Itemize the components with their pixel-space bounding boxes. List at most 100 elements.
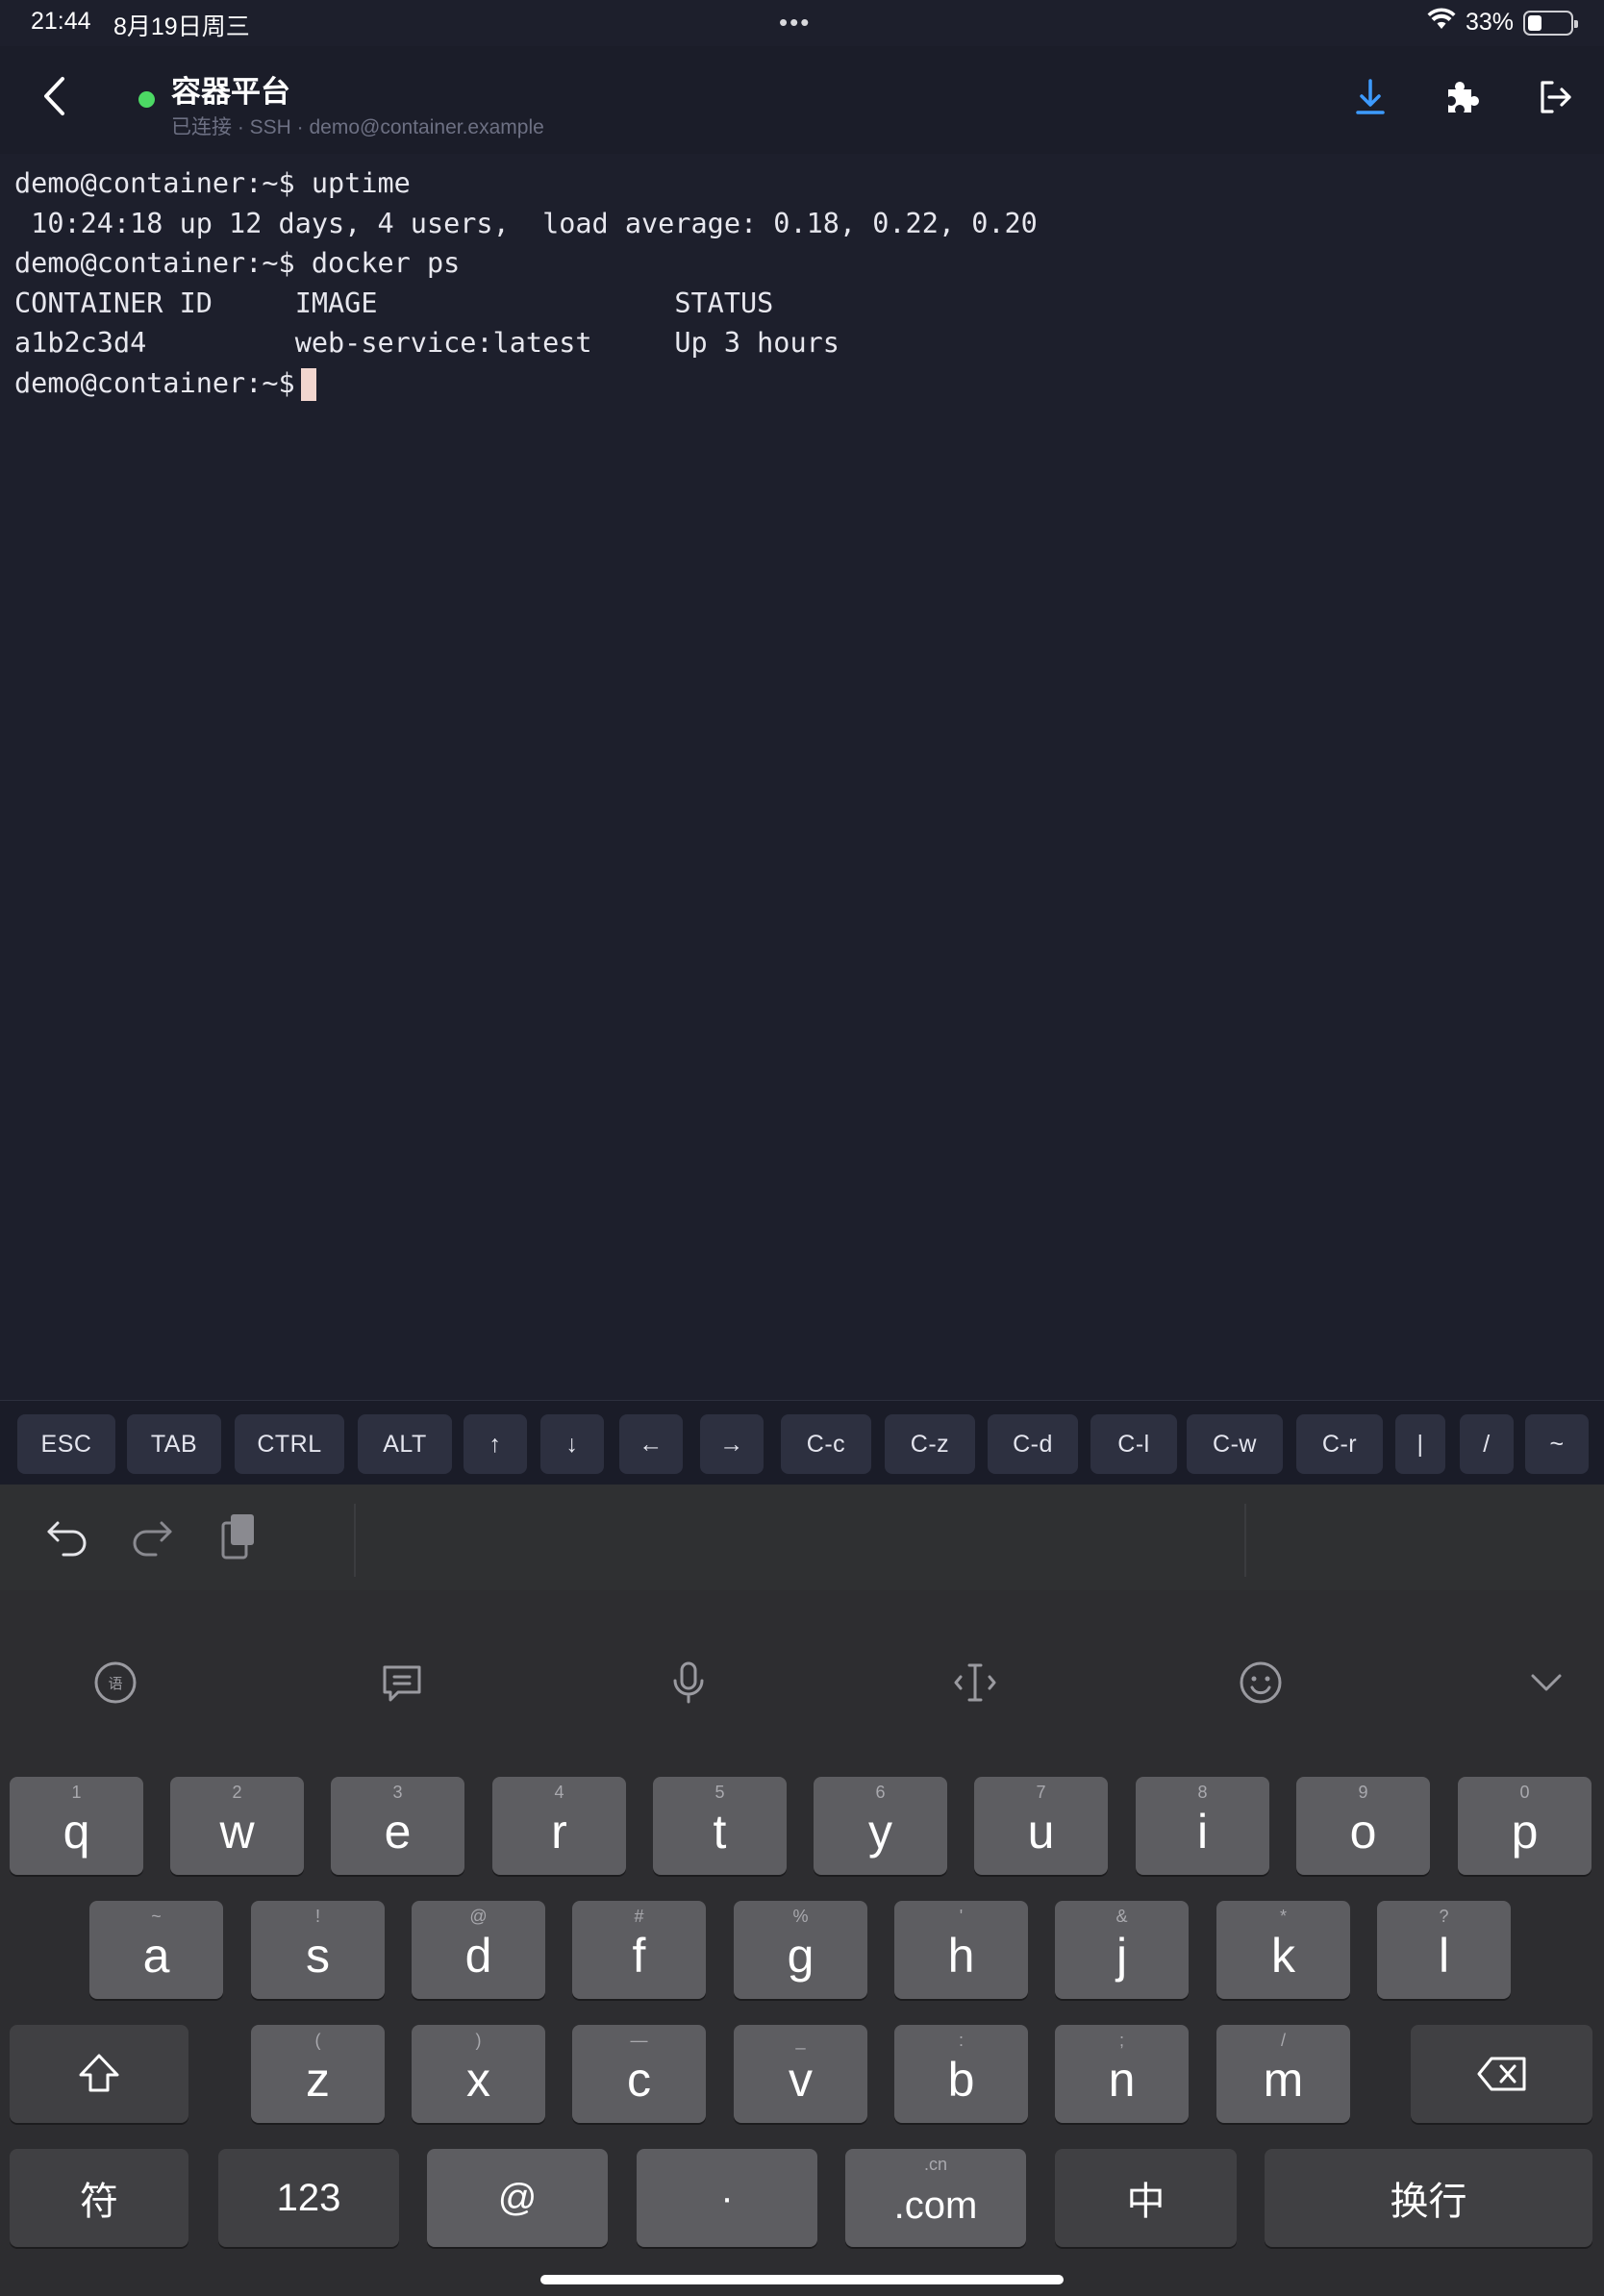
key-t[interactable]: 5t xyxy=(653,1777,787,1875)
shortcut-ctrl-c[interactable]: C-c xyxy=(781,1414,871,1474)
shortcut-esc[interactable]: ESC xyxy=(17,1414,115,1474)
dot-key[interactable]: · xyxy=(637,2149,817,2247)
key-i[interactable]: 8i xyxy=(1136,1777,1269,1875)
keyboard-candidate-bar xyxy=(0,1590,1604,1679)
shortcut-ctrl-l[interactable]: C-l xyxy=(1090,1414,1177,1474)
key-label: c xyxy=(627,2053,651,2107)
key-o[interactable]: 9o xyxy=(1296,1777,1430,1875)
key-e[interactable]: 3e xyxy=(331,1777,464,1875)
status-bar: 21:44 8月19日周三 ••• 33% xyxy=(0,0,1604,46)
shortcut-ctrl[interactable]: CTRL xyxy=(235,1414,344,1474)
at-key[interactable]: @ xyxy=(427,2149,608,2247)
dotcom-key[interactable]: .cn .com xyxy=(845,2149,1026,2247)
phrases-button[interactable] xyxy=(373,1656,431,1713)
key-label: s xyxy=(306,1929,330,1983)
key-q[interactable]: 1q xyxy=(10,1777,143,1875)
battery-percent: 33% xyxy=(1465,9,1514,36)
shortcut-ctrl-r[interactable]: C-r xyxy=(1296,1414,1383,1474)
download-button[interactable] xyxy=(1346,75,1394,123)
key-d[interactable]: @ d xyxy=(412,1901,545,1999)
key-w[interactable]: 2w xyxy=(170,1777,304,1875)
backspace-key[interactable] xyxy=(1411,2025,1592,2123)
undo-icon xyxy=(44,1515,90,1562)
key-f[interactable]: # f xyxy=(572,1901,706,1999)
key-y[interactable]: 6y xyxy=(814,1777,947,1875)
key-label: 换行 xyxy=(1390,2181,1467,2223)
status-right: 33% xyxy=(1427,8,1578,37)
terminal-line: demo@container:~$ uptime xyxy=(14,167,411,199)
disconnect-button[interactable] xyxy=(1531,75,1579,123)
key-label: e xyxy=(384,1805,412,1859)
voice-input-button[interactable]: 语 xyxy=(87,1656,144,1713)
microphone-icon xyxy=(665,1660,712,1710)
shortcut-ctrl-w[interactable]: C-w xyxy=(1187,1414,1283,1474)
shift-key[interactable] xyxy=(10,2025,188,2123)
emoji-button[interactable] xyxy=(1232,1656,1290,1713)
multitasking-dots[interactable]: ••• xyxy=(779,8,811,37)
cursor-move-button[interactable] xyxy=(946,1656,1004,1713)
key-label: 中 xyxy=(1126,2181,1165,2223)
key-m[interactable]: / m xyxy=(1216,2025,1350,2123)
paste-button[interactable] xyxy=(212,1511,265,1565)
key-s[interactable]: ! s xyxy=(251,1901,385,1999)
dictation-button[interactable] xyxy=(660,1656,717,1713)
voice-to-text-icon: 语 xyxy=(92,1660,138,1710)
key-c[interactable]: — c xyxy=(572,2025,706,2123)
key-label: r xyxy=(551,1805,567,1859)
key-u[interactable]: 7u xyxy=(974,1777,1108,1875)
terminal-output[interactable]: demo@container:~$ uptime 10:24:18 up 12 … xyxy=(0,154,1604,1400)
shortcut-arrow-right[interactable]: → xyxy=(700,1414,764,1474)
key-r[interactable]: 4r xyxy=(492,1777,626,1875)
plugins-button[interactable] xyxy=(1438,75,1486,123)
key-label: u xyxy=(1027,1805,1055,1859)
shortcut-pipe[interactable]: | xyxy=(1395,1414,1445,1474)
software-keyboard: 语 1 q 2 w 3 e 4 r 5 t 6 y 7 u 8 i 9 o 0 p ~ a ! s @ d # f % g ' h & j * k ? l… xyxy=(0,1485,1604,2296)
shortcut-slash[interactable]: / xyxy=(1460,1414,1514,1474)
symbol-key[interactable]: 符 xyxy=(10,2149,188,2247)
shortcut-arrow-down[interactable]: ↓ xyxy=(540,1414,604,1474)
key-b[interactable]: :b xyxy=(894,2025,1028,2123)
terminal-prompt-line: demo@container:~$ xyxy=(14,363,1590,404)
shortcut-tab[interactable]: TAB xyxy=(127,1414,221,1474)
redo-button[interactable] xyxy=(125,1511,179,1565)
key-p[interactable]: 0p xyxy=(1458,1777,1591,1875)
key-label: n xyxy=(1108,2053,1136,2107)
key-label: v xyxy=(789,2053,813,2107)
enter-key[interactable]: 换行 xyxy=(1265,2149,1592,2247)
key-label: z xyxy=(306,2053,330,2107)
shortcut-arrow-left[interactable]: ← xyxy=(619,1414,683,1474)
key-label: b xyxy=(947,2053,975,2107)
shortcut-ctrl-d[interactable]: C-d xyxy=(988,1414,1078,1474)
key-n[interactable]: ; n xyxy=(1055,2025,1189,2123)
key-label: f xyxy=(632,1929,646,1983)
key-g[interactable]: % g xyxy=(734,1901,867,1999)
key-k[interactable]: * k xyxy=(1216,1901,1350,1999)
key-label: k xyxy=(1271,1929,1295,1983)
toolbar-divider xyxy=(1244,1504,1246,1577)
shortcut-ctrl-z[interactable]: C-z xyxy=(885,1414,975,1474)
back-button[interactable] xyxy=(29,71,79,125)
key-a[interactable]: ~ a xyxy=(89,1901,223,1999)
key-label: j xyxy=(1115,1929,1128,1983)
shortcut-tilde[interactable]: ~ xyxy=(1525,1414,1589,1474)
key-v[interactable]: _ v xyxy=(734,2025,867,2123)
key-l[interactable]: ? l xyxy=(1377,1901,1511,1999)
terminal-line: CONTAINER ID IMAGE STATUS xyxy=(14,287,774,319)
terminal-prompt: demo@container:~$ xyxy=(14,366,295,399)
numbers-key[interactable]: 123 xyxy=(218,2149,399,2247)
status-date: 8月19日周三 xyxy=(113,13,250,40)
shortcut-alt[interactable]: ALT xyxy=(358,1414,452,1474)
connection-status-dot xyxy=(138,91,155,108)
language-switch-key[interactable]: 中 xyxy=(1055,2149,1237,2247)
key-h[interactable]: ' h xyxy=(894,1901,1028,1999)
exit-icon xyxy=(1536,78,1574,121)
delete-icon xyxy=(1411,2025,1592,2123)
key-x[interactable]: ) x xyxy=(412,2025,545,2123)
key-j[interactable]: & j xyxy=(1055,1901,1189,1999)
home-indicator[interactable] xyxy=(540,2275,1064,2284)
key-label: 123 xyxy=(276,2176,341,2219)
shortcut-arrow-up[interactable]: ↑ xyxy=(464,1414,527,1474)
undo-button[interactable] xyxy=(40,1511,94,1565)
hide-keyboard-button[interactable] xyxy=(1517,1656,1575,1713)
key-z[interactable]: (z xyxy=(251,2025,385,2123)
